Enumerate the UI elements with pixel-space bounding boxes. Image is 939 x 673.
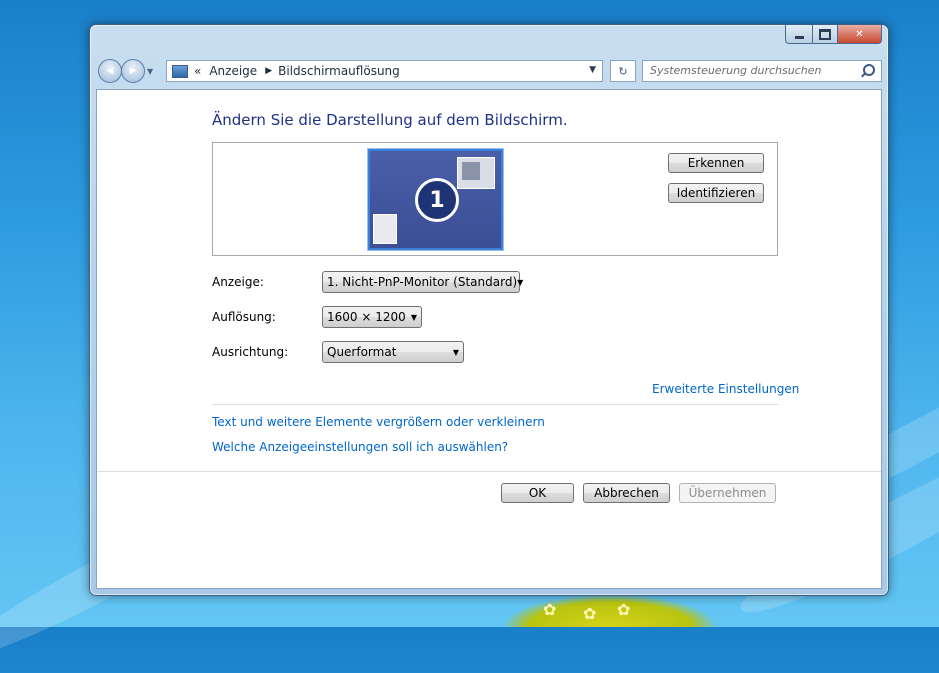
address-bar[interactable]: « Anzeige ▶ Bildschirmauflösung ▼ (166, 60, 603, 82)
advanced-settings-link[interactable]: Erweiterte Einstellungen (652, 382, 799, 396)
minimize-icon (794, 35, 804, 39)
search-icon[interactable] (863, 64, 875, 76)
page-title: Ändern Sie die Darstellung auf dem Bilds… (212, 111, 568, 129)
breadcrumb-separator-icon[interactable]: ▶ (265, 66, 272, 76)
display-select[interactable]: 1. Nicht-PnP-Monitor (Standard) ▼ (322, 271, 524, 293)
minimize-button[interactable] (785, 25, 813, 44)
footer-divider (97, 471, 881, 472)
control-panel-icon (172, 64, 188, 78)
search-box (642, 60, 882, 82)
resolution-select-value: 1600 × 1200 (327, 310, 406, 324)
breadcrumb-anzeige[interactable]: Anzeige (209, 64, 257, 78)
monitor-preview-area: 1 Erkennen Identifizieren (212, 142, 778, 256)
search-input[interactable] (643, 61, 860, 79)
cancel-button[interactable]: Abbrechen (583, 483, 670, 503)
document-thumbnail-icon (373, 214, 397, 244)
forward-arrow-icon: ▶ (129, 66, 137, 76)
content-pane: Ändern Sie die Darstellung auf dem Bilds… (96, 89, 882, 589)
detect-button[interactable]: Erkennen (668, 153, 764, 173)
chevron-down-icon: ▼ (452, 347, 460, 357)
display-select-value: 1. Nicht-PnP-Monitor (Standard) (327, 275, 518, 289)
monitor-1-preview[interactable]: 1 (368, 149, 503, 250)
control-panel-window: ✕ ◀ ▶ ▼ « Anzeige ▶ Bildschirmauflösung … (89, 24, 889, 596)
back-arrow-icon: ◀ (106, 66, 114, 76)
orientation-select[interactable]: Querformat ▼ (322, 341, 464, 363)
maximize-button[interactable] (813, 25, 838, 44)
maximize-icon (819, 28, 831, 40)
chevron-down-icon: ▼ (517, 277, 524, 287)
recent-pages-dropdown[interactable]: ▼ (147, 67, 153, 76)
close-icon: ✕ (855, 28, 864, 40)
close-button[interactable]: ✕ (838, 25, 882, 44)
identify-button[interactable]: Identifizieren (668, 183, 764, 203)
desktop-flower: ✿ ✿ ✿ (505, 595, 715, 627)
display-help-link[interactable]: Welche Anzeigeeinstellungen soll ich aus… (212, 440, 508, 454)
orientation-label: Ausrichtung: (212, 345, 289, 359)
refresh-button[interactable]: ↻ (610, 60, 636, 82)
breadcrumb-bildschirmaufloesung[interactable]: Bildschirmauflösung (278, 64, 400, 78)
display-label: Anzeige: (212, 275, 264, 289)
navigation-bar: ◀ ▶ ▼ « Anzeige ▶ Bildschirmauflösung ▼ … (96, 58, 882, 84)
breadcrumb-overflow[interactable]: « (194, 64, 201, 78)
ok-button[interactable]: OK (501, 483, 574, 503)
orientation-select-value: Querformat (327, 345, 397, 359)
apply-button: Übernehmen (679, 483, 776, 503)
resolution-select[interactable]: 1600 × 1200 ▼ (322, 306, 422, 328)
caption-buttons: ✕ (785, 25, 882, 44)
chevron-down-icon: ▼ (147, 67, 154, 76)
chevron-down-icon: ▼ (410, 312, 418, 322)
text-size-link[interactable]: Text und weitere Elemente vergrößern ode… (212, 415, 545, 429)
forward-button[interactable]: ▶ (121, 59, 145, 83)
resolution-label: Auflösung: (212, 310, 276, 324)
back-button[interactable]: ◀ (98, 59, 122, 83)
address-dropdown-icon[interactable]: ▼ (589, 65, 596, 75)
window-thumbnail-icon (457, 157, 495, 189)
section-divider (212, 404, 778, 405)
monitor-number-badge: 1 (415, 178, 459, 222)
refresh-icon: ↻ (618, 64, 628, 78)
